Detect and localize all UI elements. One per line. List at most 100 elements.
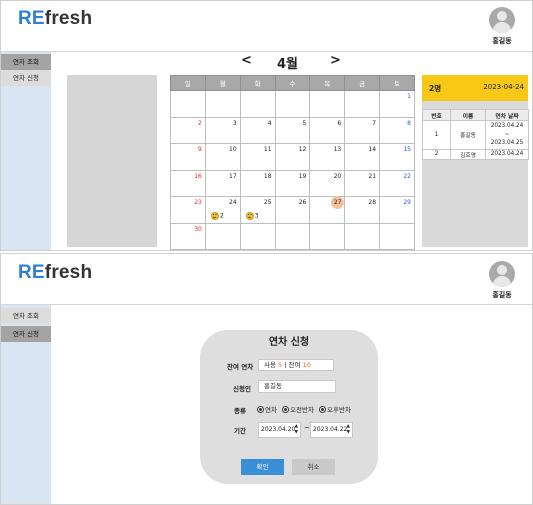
calendar-day[interactable] [204, 222, 241, 250]
calendar-day[interactable]: 5 [274, 116, 311, 144]
radio-selected-icon [257, 406, 264, 413]
column-header: 이름 [450, 109, 486, 121]
user-profile[interactable]: 홍길동 [486, 7, 518, 46]
next-month-button[interactable]: > [330, 53, 341, 68]
calendar-day[interactable] [309, 222, 346, 250]
cancel-button[interactable]: 취소 [292, 459, 335, 475]
sidebar-item-leave-lookup[interactable]: 연차 조회 [1, 308, 51, 324]
calendar-day[interactable]: 28 [344, 196, 381, 224]
row-date-range: 2023.04.24 ~ 2023.04.25 [485, 120, 529, 150]
calendar-day-with-leave[interactable]: 24 2 [204, 196, 241, 224]
radio-annual-leave[interactable]: 연차 [257, 404, 277, 414]
calendar-day[interactable]: 19 [274, 169, 311, 197]
user-name: 홍길동 [492, 37, 512, 45]
calendar-day[interactable]: 30 [170, 222, 206, 250]
sidebar-item-leave-lookup[interactable]: 연차 조회 [1, 54, 51, 70]
spinner-arrows-icon[interactable]: ▲ ▼ [295, 424, 298, 436]
table-row[interactable]: 2 김호영 2023.04.24 [422, 148, 529, 160]
remaining-leave-label: 잔여 연차 [227, 363, 254, 371]
leave-count-badge[interactable]: 3 [245, 211, 259, 220]
calendar-day[interactable] [309, 90, 346, 118]
end-date-input[interactable]: 2023.04.22 ▲ ▼ [310, 422, 353, 438]
calendar-day-with-leave[interactable]: 25 3 [239, 196, 276, 224]
calendar-day[interactable]: 9 [170, 143, 206, 171]
day-detail-header: 2명 2023-04-24 [422, 75, 528, 101]
weekday-mon: 월 [204, 75, 241, 91]
calendar-day[interactable]: 23 [170, 196, 206, 224]
calendar-day-selected[interactable]: 27 [309, 196, 346, 224]
leave-list-table: 번호 이름 연차 날짜 1 홍길동 2023.04.24 ~ 2023.04.2… [422, 109, 529, 160]
brand-logo[interactable]: REfresh [18, 262, 92, 284]
day-number: 24 [229, 199, 237, 206]
calendar-day[interactable] [239, 222, 276, 250]
sidebar-item-leave-request[interactable]: 연차 신청 [1, 70, 51, 86]
table-row[interactable]: 1 홍길동 2023.04.24 ~ 2023.04.25 [422, 120, 529, 150]
calendar-day[interactable]: 3 [204, 116, 241, 144]
calendar-day[interactable] [344, 222, 381, 250]
date-from: 2023.04.24 [490, 123, 524, 129]
user-name: 홍길동 [492, 291, 512, 299]
brand-logo[interactable]: REfresh [18, 8, 92, 30]
calendar-day[interactable]: 13 [309, 143, 346, 171]
placeholder-panel [67, 75, 157, 247]
calendar-week: 23 24 2 25 3 26 27 28 29 [170, 196, 415, 224]
calendar-day[interactable]: 11 [239, 143, 276, 171]
calendar-day[interactable]: 26 [274, 196, 311, 224]
calendar-day[interactable] [274, 222, 311, 250]
sidebar: 연차 조회 연차 신청 [1, 305, 51, 504]
calendar-day[interactable] [379, 222, 415, 250]
row-number: 2 [422, 148, 451, 160]
calendar-week: 2 3 4 5 6 7 8 [170, 116, 415, 144]
calendar-grid: 일 월 화 수 목 금 토 1 2 3 4 5 6 7 8 9 10 11 12… [170, 75, 415, 250]
weekday-sat: 토 [379, 75, 415, 91]
calendar-day[interactable] [344, 90, 381, 118]
calendar-day[interactable]: 22 [379, 169, 415, 197]
user-profile[interactable]: 홍길동 [486, 261, 518, 300]
day-detail-panel: 2명 2023-04-24 번호 이름 연차 날짜 1 홍길동 2023.04.… [422, 75, 529, 247]
sidebar: 연차 조회 연차 신청 [1, 52, 51, 250]
prev-month-button[interactable]: < [241, 53, 252, 68]
header-divider [1, 304, 532, 305]
radio-afternoon-half[interactable]: 오후반차 [319, 404, 351, 414]
calendar-day[interactable]: 1 [379, 90, 415, 118]
leave-request-dialog: 연차 신청 잔여 연차 사용 5 | 잔여 10 신청인 홍길동 종류 연차 오… [200, 330, 378, 484]
calendar-day[interactable]: 7 [344, 116, 381, 144]
calendar-day[interactable]: 4 [239, 116, 276, 144]
remaining-leave-value: 사용 5 | 잔여 10 [258, 359, 334, 371]
dialog-title: 연차 신청 [268, 337, 310, 348]
calendar-day[interactable]: 14 [344, 143, 381, 171]
calendar-day[interactable]: 12 [274, 143, 311, 171]
table-header-row: 번호 이름 연차 날짜 [422, 109, 529, 121]
calendar-day[interactable]: 6 [309, 116, 346, 144]
radio-morning-half[interactable]: 오전반차 [282, 404, 314, 414]
month-navigation: < 4월 > [241, 53, 341, 72]
selected-day-marker: 27 [331, 196, 345, 209]
calendar-week: 9 10 11 12 13 14 15 [170, 143, 415, 171]
weekday-tue: 화 [239, 75, 276, 91]
calendar-day[interactable] [170, 90, 206, 118]
spinner-arrows-icon[interactable]: ▲ ▼ [347, 424, 350, 436]
calendar-day[interactable]: 21 [344, 169, 381, 197]
start-date-input[interactable]: 2023.04.20 ▲ ▼ [258, 422, 301, 438]
radio-selected-icon [319, 406, 327, 413]
confirm-button[interactable]: 확인 [241, 459, 284, 475]
calendar-day[interactable] [204, 90, 241, 118]
calendar-day[interactable]: 8 [379, 116, 415, 144]
weekday-fri: 금 [344, 75, 381, 91]
calendar-day[interactable]: 20 [309, 169, 346, 197]
calendar-day[interactable]: 16 [170, 169, 206, 197]
calendar-day[interactable]: 10 [204, 143, 241, 171]
calendar-day[interactable]: 15 [379, 143, 415, 171]
calendar-day[interactable]: 29 [379, 196, 415, 224]
calendar-day[interactable]: 18 [239, 169, 276, 197]
weekday-header: 일 월 화 수 목 금 토 [170, 75, 415, 91]
calendar-day[interactable] [239, 90, 276, 118]
applicant-field[interactable]: 홍길동 [258, 380, 336, 393]
leave-count-badge[interactable]: 2 [210, 211, 224, 220]
calendar-day[interactable] [274, 90, 311, 118]
calendar-day[interactable]: 17 [204, 169, 241, 197]
used-count: 5 [278, 361, 283, 369]
sidebar-item-leave-request[interactable]: 연차 신청 [1, 326, 51, 342]
calendar-day[interactable]: 2 [170, 116, 206, 144]
user-avatar-icon [489, 261, 515, 287]
